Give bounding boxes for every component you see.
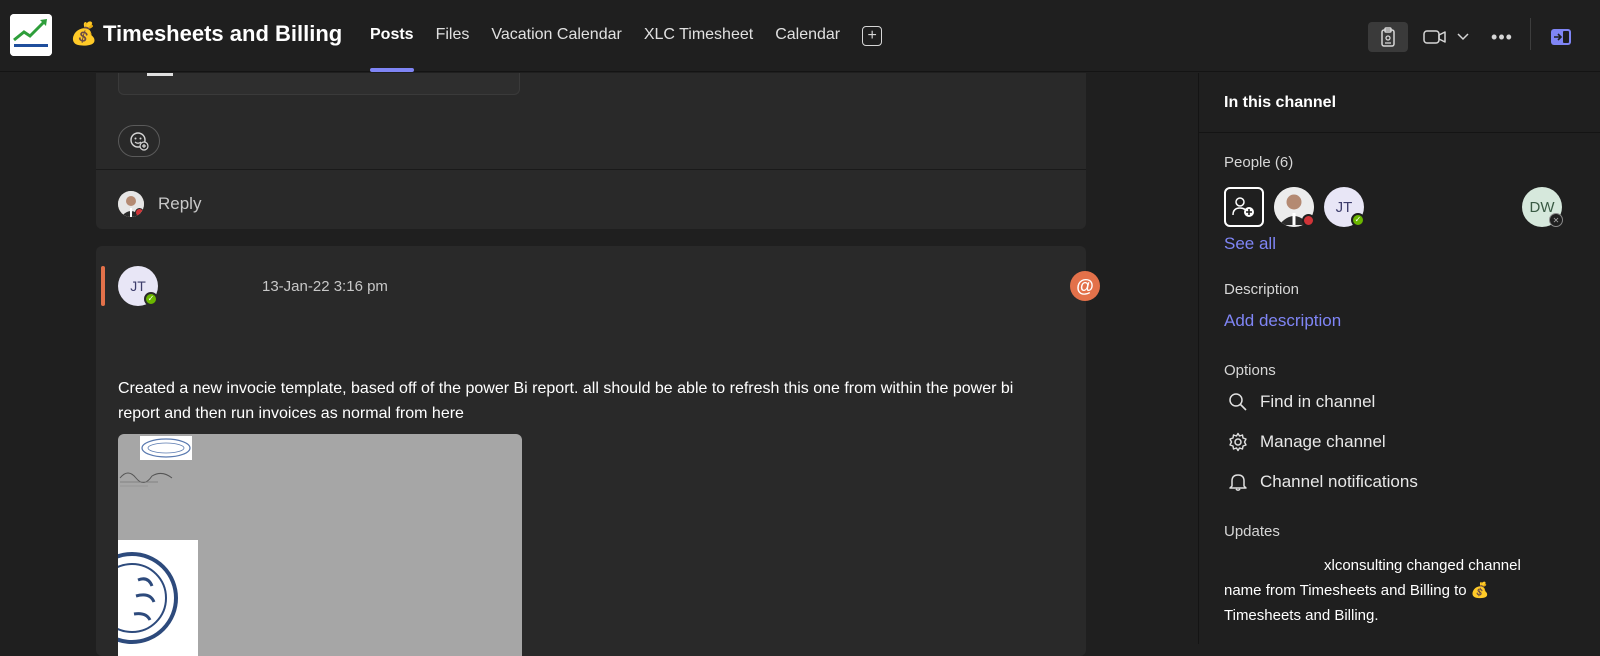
add-description-link[interactable]: Add description — [1224, 311, 1341, 331]
channel-notifications-option[interactable]: Channel notifications — [1224, 470, 1418, 494]
bell-icon — [1229, 474, 1247, 491]
tab-xlc-timesheet[interactable]: XLC Timesheet — [644, 0, 753, 72]
image-seal — [118, 540, 198, 656]
offline-status-icon: ✕ — [1549, 213, 1563, 227]
app-header: 💰 Timesheets and Billing Posts Files Vac… — [0, 0, 1600, 72]
avatar-initials: JT — [1335, 198, 1353, 216]
reply-row[interactable]: Reply — [118, 191, 201, 217]
team-logo[interactable] — [10, 14, 52, 56]
side-panel-icon — [1551, 29, 1571, 45]
tab-vacation-calendar[interactable]: Vacation Calendar — [491, 0, 621, 72]
option-label: Channel notifications — [1260, 472, 1418, 491]
person-avatar-2[interactable]: JT ✓ — [1324, 187, 1365, 227]
conversation-pane: Reply JT ✓ 13-Jan-22 3:16 pm @ Created a… — [0, 73, 1198, 656]
channel-title: Timesheets and Billing — [103, 21, 343, 46]
people-list: JT ✓ DW ✕ — [1224, 187, 1576, 229]
person-avatar-1[interactable] — [1274, 187, 1315, 227]
attachment-bar — [147, 73, 173, 76]
mention-icon: @ — [1070, 271, 1100, 301]
plus-square-icon[interactable]: + — [862, 26, 883, 46]
emoji-add-icon — [130, 132, 149, 151]
busy-status-dot — [1302, 214, 1315, 227]
panel-header: In this channel — [1199, 73, 1600, 133]
tab-calendar[interactable]: Calendar — [775, 0, 840, 72]
money-bag-icon: 💰 — [1470, 582, 1490, 599]
message-body: Created a new invocie template, based of… — [118, 380, 1014, 422]
avatar — [118, 191, 144, 217]
available-status-icon: ✓ — [144, 292, 158, 306]
message-image[interactable] — [118, 434, 522, 656]
busy-status-dot — [135, 208, 144, 217]
attachment-card[interactable] — [118, 73, 520, 95]
chevron-down-icon — [1457, 33, 1469, 41]
description-label: Description — [1224, 281, 1300, 298]
video-call-button[interactable] — [1420, 22, 1450, 52]
add-person-icon — [1232, 197, 1254, 217]
mention-indicator — [101, 266, 105, 306]
channel-tabs: Posts Files Vacation Calendar XLC Timesh… — [370, 0, 883, 72]
more-options-button[interactable]: ••• — [1488, 22, 1516, 52]
avatar[interactable]: JT ✓ — [118, 266, 158, 306]
meeting-notes-icon — [1381, 27, 1395, 47]
gear-icon — [1229, 432, 1247, 452]
updates-label: Updates — [1224, 523, 1280, 540]
avatar-initials: DW — [1529, 198, 1555, 216]
see-all-link[interactable]: See all — [1224, 234, 1276, 254]
search-icon — [1229, 393, 1247, 411]
option-label: Find in channel — [1260, 392, 1376, 411]
message-card: JT ✓ 13-Jan-22 3:16 pm @ Created a new i… — [96, 246, 1100, 656]
image-signature — [119, 472, 173, 487]
find-in-channel-option[interactable]: Find in channel — [1224, 390, 1375, 414]
update-text-end: Timesheets and Billing. — [1224, 607, 1379, 624]
toggle-side-panel-button[interactable] — [1547, 22, 1575, 52]
thread-divider — [96, 169, 1086, 170]
person-avatar-3[interactable]: DW ✕ — [1522, 187, 1563, 227]
channel-update-entry: xlconsulting changed channel name from T… — [1224, 553, 1544, 628]
available-status-icon: ✓ — [1351, 213, 1365, 227]
meeting-notes-button[interactable] — [1368, 22, 1408, 52]
tab-files[interactable]: Files — [436, 0, 470, 72]
header-divider — [1530, 18, 1531, 50]
avatar-initials: JT — [130, 278, 146, 294]
channel-info-panel: In this channel People (6) JT ✓ DW ✕ See… — [1198, 73, 1600, 644]
options-label: Options — [1224, 362, 1276, 379]
add-people-button[interactable] — [1224, 187, 1264, 227]
video-options-button[interactable] — [1456, 22, 1470, 52]
money-bag-icon: 💰 — [70, 21, 98, 46]
option-label: Manage channel — [1260, 432, 1386, 451]
manage-channel-option[interactable]: Manage channel — [1224, 430, 1386, 454]
message-timestamp: 13-Jan-22 3:16 pm — [262, 278, 388, 295]
people-label: People (6) — [1224, 154, 1294, 171]
image-stamp — [140, 436, 192, 460]
tab-posts[interactable]: Posts — [370, 0, 414, 72]
reply-button[interactable]: Reply — [158, 194, 201, 214]
previous-thread: Reply — [96, 73, 1086, 229]
video-camera-icon — [1423, 30, 1446, 44]
panel-title: In this channel — [1224, 94, 1337, 111]
more-icon: ••• — [1491, 26, 1513, 47]
add-reaction-button[interactable] — [118, 125, 160, 157]
